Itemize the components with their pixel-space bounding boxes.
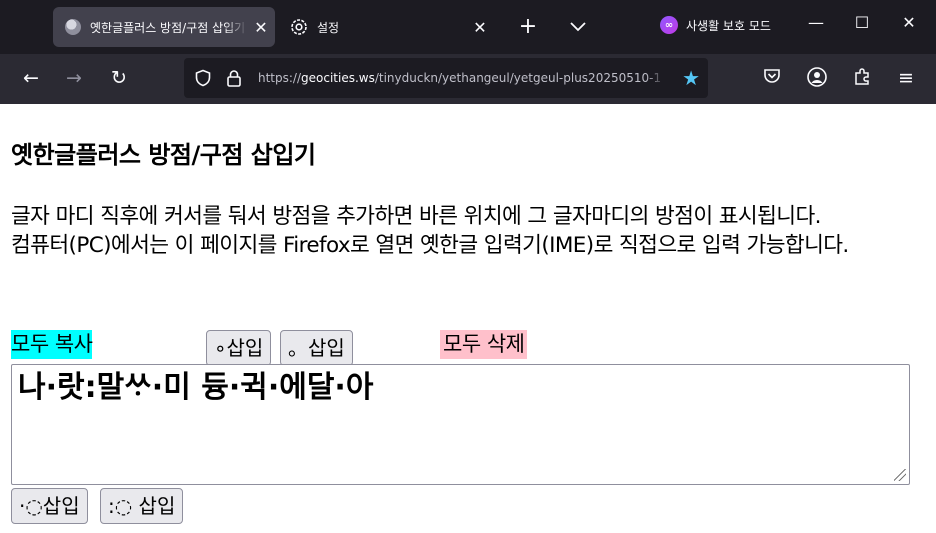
page-description: 글자 마디 직후에 커서를 둬서 방점을 추가하면 바른 위치에 그 글자마디의… bbox=[11, 202, 926, 260]
shield-icon[interactable] bbox=[194, 69, 212, 87]
tab-settings[interactable]: 설정 ✕ bbox=[285, 7, 501, 47]
text-editor[interactable]: 나·랏:말ᄊᆞ·미 듕·귁·에달·아 bbox=[11, 364, 910, 485]
insert-single-dot-button[interactable]: ·◌삽입 bbox=[11, 488, 88, 524]
close-tab-icon[interactable]: ✕ bbox=[471, 18, 489, 37]
extensions-icon[interactable] bbox=[850, 66, 874, 90]
page-content: 옛한글플러스 방점/구점 삽입기 글자 마디 직후에 커서를 둬서 방점을 추가… bbox=[0, 104, 936, 533]
list-tabs-icon[interactable] bbox=[566, 14, 590, 40]
globe-icon bbox=[65, 19, 81, 35]
delete-all-button[interactable]: 모두 삭제 bbox=[440, 330, 528, 359]
url-text[interactable]: https://geocities.ws/tinyduckn/yethangeu… bbox=[258, 71, 666, 85]
tab-active[interactable]: 옛한글플러스 방점/구점 삽입기 ✕ bbox=[53, 7, 275, 47]
window-close-icon[interactable]: ✕ bbox=[886, 13, 932, 32]
insert-double-dot-button[interactable]: :◌ 삽입 bbox=[100, 488, 184, 524]
copy-all-button[interactable]: 모두 복사 bbox=[11, 330, 93, 359]
pocket-icon[interactable] bbox=[760, 66, 784, 90]
forward-arrow-icon[interactable]: → bbox=[62, 66, 86, 90]
tab-settings-title: 설정 bbox=[317, 20, 340, 35]
tab-title: 옛한글플러스 방점/구점 삽입기 bbox=[90, 20, 246, 35]
insert-circle-dot-button[interactable]: ∘삽입 bbox=[206, 330, 272, 366]
page-title: 옛한글플러스 방점/구점 삽입기 bbox=[11, 141, 316, 169]
controls-row: 모두 복사 ∘삽입 。삽입 모두 삭제 bbox=[11, 330, 926, 366]
editor-text[interactable]: 나·랏:말ᄊᆞ·미 듕·귁·에달·아 bbox=[18, 370, 373, 405]
account-icon[interactable] bbox=[805, 66, 829, 90]
menu-icon[interactable]: ≡ bbox=[894, 66, 918, 90]
url-bar[interactable]: https://geocities.ws/tinyduckn/yethangeu… bbox=[184, 58, 708, 98]
reload-icon[interactable]: ↻ bbox=[107, 66, 131, 90]
new-tab-icon[interactable]: + bbox=[516, 14, 540, 40]
close-tab-icon[interactable]: ✕ bbox=[252, 18, 270, 37]
private-mask-icon: ∞ bbox=[660, 16, 678, 34]
maximize-icon[interactable]: ☐ bbox=[839, 13, 885, 32]
minimize-icon[interactable]: — bbox=[793, 13, 839, 32]
private-mode-indicator: ∞ 사생활 보호 모드 bbox=[660, 16, 771, 34]
description-line-1: 글자 마디 직후에 커서를 둬서 방점을 추가하면 바른 위치에 그 글자마디의… bbox=[11, 204, 821, 229]
insert-period-button[interactable]: 。삽입 bbox=[280, 330, 353, 366]
bookmark-star-icon[interactable]: ★ bbox=[682, 66, 700, 90]
gear-icon bbox=[291, 19, 307, 35]
title-bar: 옛한글플러스 방점/구점 삽입기 ✕ 설정 ✕ + ∞ 사생활 보호 모드 — … bbox=[0, 0, 936, 54]
resize-grip-icon[interactable] bbox=[894, 469, 906, 481]
private-mode-label: 사생활 보호 모드 bbox=[686, 18, 771, 33]
back-arrow-icon[interactable]: ← bbox=[19, 66, 43, 90]
lock-icon[interactable] bbox=[226, 69, 242, 87]
description-line-2: 컴퓨터(PC)에서는 이 페이지를 Firefox로 열면 옛한글 입력기(IM… bbox=[11, 233, 849, 258]
